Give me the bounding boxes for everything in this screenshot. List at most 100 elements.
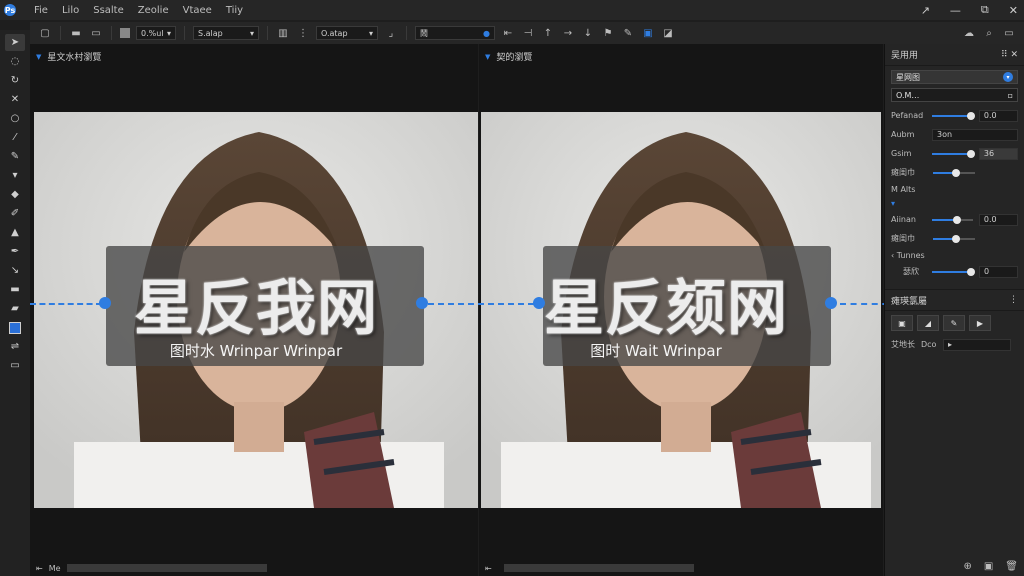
- quick-select-icon[interactable]: ↻: [5, 72, 25, 89]
- prop-slider[interactable]: [933, 168, 975, 177]
- prop-value[interactable]: 3on: [931, 128, 1018, 141]
- pencil-tool-icon[interactable]: ✐: [5, 205, 25, 222]
- prop-value[interactable]: 0.0: [978, 213, 1019, 226]
- bucket-tool-icon[interactable]: ▲: [5, 224, 25, 241]
- menu-bar: Ps Fie Lilo Ssalte Zeolie Vtaee Tiiy ↗ —…: [0, 0, 1024, 20]
- brush-icon[interactable]: ◢: [917, 315, 939, 331]
- guide-line: [428, 303, 534, 305]
- prop-label: Pefanad: [891, 111, 924, 120]
- prop-slider[interactable]: [931, 111, 975, 120]
- panel-menu-icon[interactable]: ⋮: [1009, 295, 1018, 305]
- brush-icon[interactable]: ✎: [621, 26, 635, 40]
- transform-handle[interactable]: [99, 297, 111, 309]
- lasso-tool-icon[interactable]: ◌: [5, 53, 25, 70]
- prop-row: Aubm 3on: [885, 125, 1024, 144]
- workspace-icon[interactable]: ▭: [1002, 26, 1016, 40]
- prop-slider[interactable]: [931, 215, 973, 224]
- flag-icon[interactable]: ⚑: [601, 26, 615, 40]
- prop-label: Gsim: [891, 149, 912, 158]
- play-icon[interactable]: ▶: [969, 315, 991, 331]
- magic-wand-icon[interactable]: ✕: [5, 91, 25, 108]
- horizontal-scrollbar[interactable]: [503, 564, 694, 572]
- collapse-icon[interactable]: ▼: [485, 53, 490, 61]
- sub-select[interactable]: O.M… ▫: [891, 88, 1018, 102]
- stamp-tool-icon[interactable]: ▾: [5, 167, 25, 184]
- menu-item-view[interactable]: Vtaee: [183, 5, 212, 16]
- color-swatch-icon[interactable]: [120, 28, 130, 38]
- transform-handle[interactable]: [825, 297, 837, 309]
- feather-field[interactable]: 0.%ul ▾: [136, 26, 176, 40]
- collapse-icon[interactable]: ▼: [36, 53, 41, 61]
- eraser-tool-icon[interactable]: ◆: [5, 186, 25, 203]
- prop-input[interactable]: ▸: [943, 338, 1011, 351]
- nav-arrows-icon[interactable]: ⇤: [36, 564, 43, 573]
- style-select[interactable]: S.alap ▾: [193, 26, 259, 40]
- share-icon[interactable]: ↗: [921, 4, 930, 17]
- eyedropper-icon[interactable]: ⁄: [5, 129, 25, 146]
- prop-value[interactable]: 0: [978, 265, 1018, 278]
- cloud-icon[interactable]: ☁: [962, 26, 976, 40]
- edit-icon[interactable]: ✎: [943, 315, 965, 331]
- transform-handle[interactable]: [533, 297, 545, 309]
- image-icon[interactable]: ▣: [891, 315, 913, 331]
- screen-mode-icon[interactable]: ▭: [5, 357, 25, 374]
- panel-menu-icon[interactable]: ⠿ ✕: [1001, 50, 1018, 60]
- horizontal-scrollbar[interactable]: [66, 564, 267, 572]
- collapse-icon[interactable]: ▾: [885, 196, 1024, 210]
- close-button[interactable]: ✕: [1009, 4, 1018, 17]
- menu-item-edit[interactable]: Lilo: [62, 5, 79, 16]
- document-tab-right[interactable]: ▼ 契的瀏覽: [485, 50, 532, 64]
- folder-icon[interactable]: ▣: [984, 561, 993, 572]
- section-header[interactable]: ‹ Tunnes: [885, 248, 1024, 262]
- minimize-button[interactable]: —: [950, 4, 961, 17]
- brush-tool-icon[interactable]: ✎: [5, 148, 25, 165]
- search-icon[interactable]: ⌕: [982, 26, 996, 40]
- ellipse-tool-icon[interactable]: ○: [5, 110, 25, 127]
- transform-handle[interactable]: [416, 297, 428, 309]
- hand-tool-icon[interactable]: ▰: [5, 300, 25, 317]
- arrow-down-icon[interactable]: ↓: [581, 26, 595, 40]
- prop-slider[interactable]: [933, 234, 975, 243]
- mode-select[interactable]: O.atap ▾: [316, 26, 378, 40]
- menu-item-type[interactable]: Tiiy: [226, 5, 243, 16]
- prop-row: Aiinan 0.0: [885, 210, 1024, 229]
- grid-icon[interactable]: ⋮: [296, 26, 310, 40]
- smudge-tool-icon[interactable]: ↘: [5, 262, 25, 279]
- nav-arrows-icon[interactable]: ⇤: [485, 564, 492, 573]
- arrow-up-icon[interactable]: ↑: [541, 26, 555, 40]
- quick-mask-icon[interactable]: ⇌: [5, 338, 25, 355]
- menu-item-file[interactable]: Fie: [34, 5, 48, 16]
- prop-slider[interactable]: [931, 149, 975, 158]
- move-tool-icon[interactable]: ➤: [5, 34, 25, 51]
- canvas-left[interactable]: 星反我网 图时水 Wrinpar Wrinpar: [34, 112, 478, 508]
- color-swatch-foreground[interactable]: [5, 319, 25, 336]
- document-icon[interactable]: ▥: [276, 26, 290, 40]
- document-tab-left[interactable]: ▼ 星文水村瀏覽: [36, 50, 101, 64]
- app-logo-icon: Ps: [4, 4, 16, 16]
- prop-value[interactable]: 0.0: [978, 109, 1019, 122]
- style-value: S.alap: [198, 28, 223, 38]
- dropdown-icon[interactable]: ▾: [1003, 72, 1013, 82]
- add-icon[interactable]: ⊕: [963, 561, 971, 572]
- arrow-left-icon[interactable]: ⇤: [501, 26, 515, 40]
- refine-select[interactable]: 鬧 ●: [415, 26, 495, 40]
- align-icon[interactable]: ⊣: [521, 26, 535, 40]
- arrow-right-icon[interactable]: →: [561, 26, 575, 40]
- prop-slider[interactable]: [932, 267, 975, 276]
- shape-tool-icon[interactable]: ▬: [5, 281, 25, 298]
- preset-select[interactable]: 星网图 ▾: [891, 70, 1018, 84]
- canvas-right[interactable]: 星反颏网 图时 Wait Wrinpar: [481, 112, 881, 508]
- marquee-rect-icon[interactable]: ▢: [38, 26, 52, 40]
- new-selection-icon[interactable]: ▬: [69, 26, 83, 40]
- menu-item-image[interactable]: Ssalte: [93, 5, 124, 16]
- prop-value: Dco: [921, 340, 937, 349]
- add-selection-icon[interactable]: ▭: [89, 26, 103, 40]
- layers-icon[interactable]: ▣: [641, 26, 655, 40]
- corner-icon[interactable]: ⌟: [384, 26, 398, 40]
- mask-icon[interactable]: ◪: [661, 26, 675, 40]
- delete-icon[interactable]: 🗑: [1005, 561, 1018, 572]
- prop-value[interactable]: 36: [978, 147, 1019, 160]
- maximize-button[interactable]: ⧉: [981, 3, 989, 17]
- pen-tool-icon[interactable]: ✒: [5, 243, 25, 260]
- menu-item-layer[interactable]: Zeolie: [138, 5, 169, 16]
